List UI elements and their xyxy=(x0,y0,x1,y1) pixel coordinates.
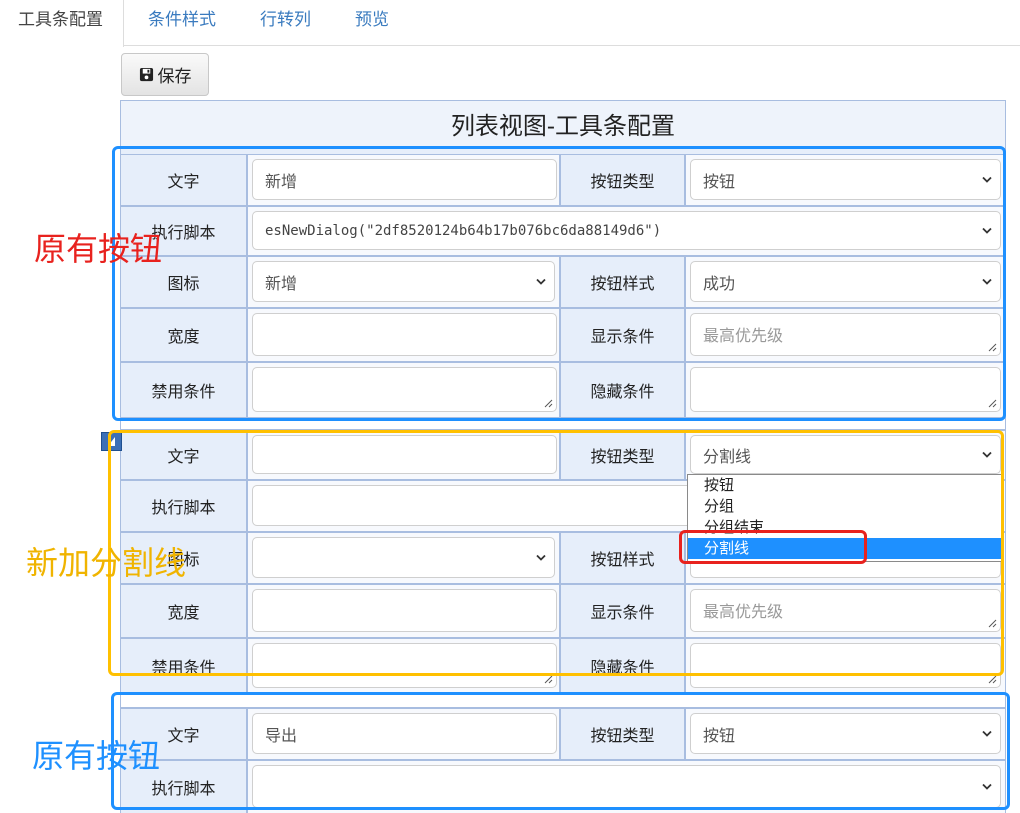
form-row: 执行脚本 xyxy=(121,761,1005,813)
button-type-value: 按钮 xyxy=(703,725,736,745)
field-label: 图标 xyxy=(121,533,246,583)
button-style-select[interactable]: 成功 xyxy=(690,261,1001,302)
width-input[interactable] xyxy=(252,589,557,632)
resize-grip-icon[interactable] xyxy=(988,343,997,352)
display-condition-textarea[interactable]: 最高优先级 xyxy=(690,313,1001,356)
script-select[interactable] xyxy=(252,765,1001,808)
form-row: 禁用条件 隐藏条件 xyxy=(121,639,1005,695)
display-condition-placeholder: 最高优先级 xyxy=(703,602,784,621)
form-row: 宽度 显示条件 最高优先级 xyxy=(121,585,1005,639)
text-input[interactable]: 导出 xyxy=(252,713,557,754)
dropdown-option[interactable]: 分组结束 xyxy=(688,517,1001,538)
field-label: 文字 xyxy=(121,431,246,479)
form-row: 禁用条件 隐藏条件 xyxy=(121,363,1005,419)
save-button-label: 保存 xyxy=(157,67,192,87)
tab-row-to-column[interactable]: 行转列 xyxy=(260,0,311,46)
resize-grip-icon[interactable] xyxy=(988,399,997,408)
text-input[interactable] xyxy=(252,435,557,474)
form-row: 文字 新增 按钮类型 按钮 xyxy=(121,155,1005,207)
page-title: 列表视图-工具条配置 xyxy=(121,101,1005,149)
field-label: 隐藏条件 xyxy=(561,639,684,693)
field-label: 按钮样式 xyxy=(561,533,684,583)
field-label: 隐藏条件 xyxy=(561,363,684,417)
button-type-dropdown[interactable]: 按钮 分组 分组结束 分割线 xyxy=(687,474,1002,562)
field-label: 禁用条件 xyxy=(121,363,246,417)
form-row: 文字 导出 按钮类型 按钮 xyxy=(121,709,1005,761)
button-type-select[interactable]: 按钮 xyxy=(690,159,1001,200)
dropdown-option[interactable]: 按钮 xyxy=(688,475,1001,496)
toolbar-config-table: 列表视图-工具条配置 文字 新增 按钮类型 按钮 执行脚本 esNewDialo… xyxy=(120,100,1006,813)
floppy-disk-icon xyxy=(139,67,153,82)
icon-value: 新增 xyxy=(265,273,298,293)
tab-preview[interactable]: 预览 xyxy=(355,0,389,46)
script-select[interactable]: esNewDialog("2df8520124b64b17b076bc6da88… xyxy=(252,211,1001,250)
row-marker-icon[interactable] xyxy=(101,432,122,451)
chevron-down-icon xyxy=(982,278,992,285)
field-label: 按钮类型 xyxy=(561,155,684,205)
icon-select[interactable]: 新增 xyxy=(252,261,555,302)
field-label: 按钮样式 xyxy=(561,257,684,307)
field-label: 显示条件 xyxy=(561,309,684,361)
resize-grip-icon[interactable] xyxy=(988,675,997,684)
button-type-select[interactable]: 按钮 xyxy=(690,713,1001,754)
chevron-down-icon xyxy=(982,783,992,790)
field-label: 执行脚本 xyxy=(121,481,246,531)
tab-toolbar-config[interactable]: 工具条配置 xyxy=(0,0,124,47)
display-condition-placeholder: 最高优先级 xyxy=(703,326,784,345)
field-label: 文字 xyxy=(121,709,246,759)
chevron-down-icon xyxy=(982,176,992,183)
tab-bar: 工具条配置 条件样式 行转列 预览 xyxy=(0,0,1020,47)
button-type-value: 分割线 xyxy=(703,446,752,466)
save-button[interactable]: 保存 xyxy=(121,53,209,96)
resize-grip-icon[interactable] xyxy=(988,619,997,628)
width-input[interactable] xyxy=(252,313,557,356)
script-value: esNewDialog("2df8520124b64b17b076bc6da88… xyxy=(265,222,662,239)
disable-condition-textarea[interactable] xyxy=(252,367,557,412)
form-row: 执行脚本 esNewDialog("2df8520124b64b17b076bc… xyxy=(121,207,1005,257)
text-input[interactable]: 新增 xyxy=(252,159,557,200)
disable-condition-textarea[interactable] xyxy=(252,643,557,688)
dropdown-option[interactable]: 分组 xyxy=(688,496,1001,517)
hide-condition-textarea[interactable] xyxy=(690,643,1001,688)
field-label: 宽度 xyxy=(121,309,246,361)
button-style-value: 成功 xyxy=(703,273,736,293)
button-type-value: 按钮 xyxy=(703,171,736,191)
button-type-select[interactable]: 分割线 xyxy=(690,435,1001,474)
chevron-down-icon xyxy=(982,451,992,458)
field-label: 执行脚本 xyxy=(121,761,246,813)
resize-grip-icon[interactable] xyxy=(544,675,553,684)
form-row: 图标 新增 按钮样式 成功 xyxy=(121,257,1005,309)
display-condition-textarea[interactable]: 最高优先级 xyxy=(690,589,1001,632)
chevron-down-icon xyxy=(536,278,546,285)
form-row: 宽度 显示条件 最高优先级 xyxy=(121,309,1005,363)
chevron-down-icon xyxy=(982,227,992,234)
hide-condition-textarea[interactable] xyxy=(690,367,1001,412)
resize-grip-icon[interactable] xyxy=(544,399,553,408)
chevron-down-icon xyxy=(536,554,546,561)
field-label: 禁用条件 xyxy=(121,639,246,693)
field-label: 按钮类型 xyxy=(561,431,684,479)
dropdown-option-selected[interactable]: 分割线 xyxy=(688,538,1001,559)
chevron-down-icon xyxy=(982,730,992,737)
field-label: 执行脚本 xyxy=(121,207,246,255)
tab-condition-style[interactable]: 条件样式 xyxy=(148,0,216,46)
field-label: 文字 xyxy=(121,155,246,205)
field-label: 图标 xyxy=(121,257,246,307)
field-label: 宽度 xyxy=(121,585,246,637)
icon-select[interactable] xyxy=(252,537,555,578)
field-label: 显示条件 xyxy=(561,585,684,637)
field-label: 按钮类型 xyxy=(561,709,684,759)
